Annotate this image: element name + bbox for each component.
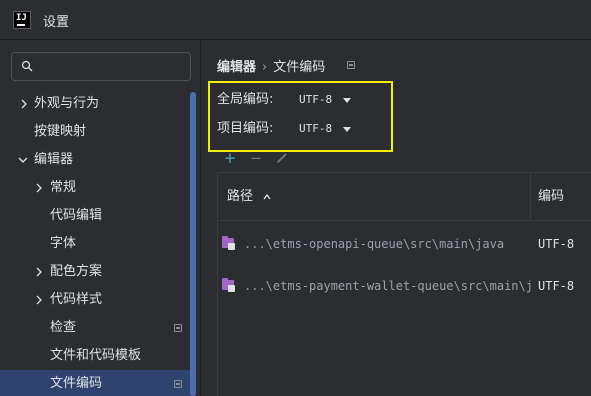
global-encoding-label: 全局编码: [217,92,274,107]
breadcrumb-parent[interactable]: 编辑器 [217,60,256,75]
row-path: ...\etms-openapi-queue\src\main\java [244,237,505,251]
row-encoding[interactable]: UTF-8 [538,223,574,265]
sidebar-scrollbar[interactable] [190,92,196,396]
row-path: ...\etms-payment-wallet-queue\src\main\j… [244,279,532,293]
remove-button[interactable]: − [249,151,263,166]
table-row[interactable]: ...\etms-payment-wallet-queue\src\main\j… [218,265,591,307]
chevron-right-icon [36,183,42,193]
project-scope-icon [174,324,182,332]
dropdown-caret-icon[interactable] [343,127,351,132]
title-bar: IJ 设置 [0,0,591,40]
column-header-label: 路径 [227,189,254,204]
dropdown-caret-icon[interactable] [343,98,351,103]
project-scope-icon [174,380,182,388]
app-logo-icon: IJ [13,11,31,29]
app-logo-text: IJ [16,13,27,23]
sidebar-item-general[interactable]: 常规 [0,174,196,202]
row-encoding[interactable]: UTF-8 [538,265,574,307]
folder-badge-icon [228,243,235,250]
sidebar-item-file-templates[interactable]: 文件和代码模板 [0,342,196,370]
sidebar-item-appearance-behavior[interactable]: 外观与行为 [0,90,196,118]
sort-ascending-icon [263,193,271,199]
sidebar-item-editor[interactable]: 编辑器 [0,146,196,174]
global-encoding-dropdown[interactable]: UTF-8 [299,90,332,110]
sidebar-item-file-encodings[interactable]: 文件编码 [0,370,196,396]
sidebar-item-code-style[interactable]: 代码样式 [0,286,196,314]
column-header-label: 编码 [538,189,565,204]
sidebar-item-label: 按键映射 [34,124,87,139]
breadcrumb-separator: › [262,60,268,75]
search-icon [21,60,33,72]
sidebar-item-code-editing[interactable]: 代码编辑 [0,202,196,230]
sidebar-item-label: 外观与行为 [34,96,100,111]
sidebar-item-color-scheme[interactable]: 配色方案 [0,258,196,286]
search-input[interactable] [11,52,191,81]
sidebar-item-label: 检查 [50,320,77,335]
settings-content: 编辑器 › 文件编码 全局编码: UTF-8 项目编码: UTF-8 + − 路径 … [200,41,591,396]
window-title: 设置 [43,15,70,30]
chevron-right-icon [21,99,27,109]
sidebar-item-label: 常规 [50,180,77,195]
sidebar-item-label: 字体 [50,236,77,251]
sidebar-item-label: 配色方案 [50,264,103,279]
sidebar-item-label: 代码样式 [50,292,103,307]
column-header-encoding[interactable]: 编码 [532,173,591,221]
sidebar-item-keymap[interactable]: 按键映射 [0,118,196,146]
sidebar-item-label: 文件编码 [50,376,103,391]
edit-icon[interactable] [275,151,289,165]
chevron-right-icon [36,295,42,305]
settings-sidebar: 外观与行为 按键映射 编辑器 常规 代码编辑 字体 配色方案 代码样式 检查 文… [0,41,200,396]
project-encoding-label: 项目编码: [217,121,274,136]
chevron-right-icon [36,267,42,277]
sidebar-item-label: 文件和代码模板 [50,348,142,363]
add-button[interactable]: + [223,151,237,166]
sidebar-item-label: 代码编辑 [50,208,103,223]
folder-badge-icon [228,285,235,292]
sidebar-item-inspections[interactable]: 检查 [0,314,196,342]
project-scope-icon [347,61,355,69]
breadcrumb: 编辑器 › 文件编码 [217,56,325,75]
table-row[interactable]: ...\etms-openapi-queue\src\main\java UTF… [218,223,591,265]
chevron-down-icon [18,157,28,163]
sidebar-item-font[interactable]: 字体 [0,230,196,258]
breadcrumb-current: 文件编码 [273,60,326,75]
sidebar-item-label: 编辑器 [34,152,74,167]
project-encoding-dropdown[interactable]: UTF-8 [299,119,332,139]
column-header-path[interactable]: 路径 [218,173,531,221]
encoding-table: 路径 编码 ...\etms-openapi-queue\src\main\ja… [217,172,591,396]
